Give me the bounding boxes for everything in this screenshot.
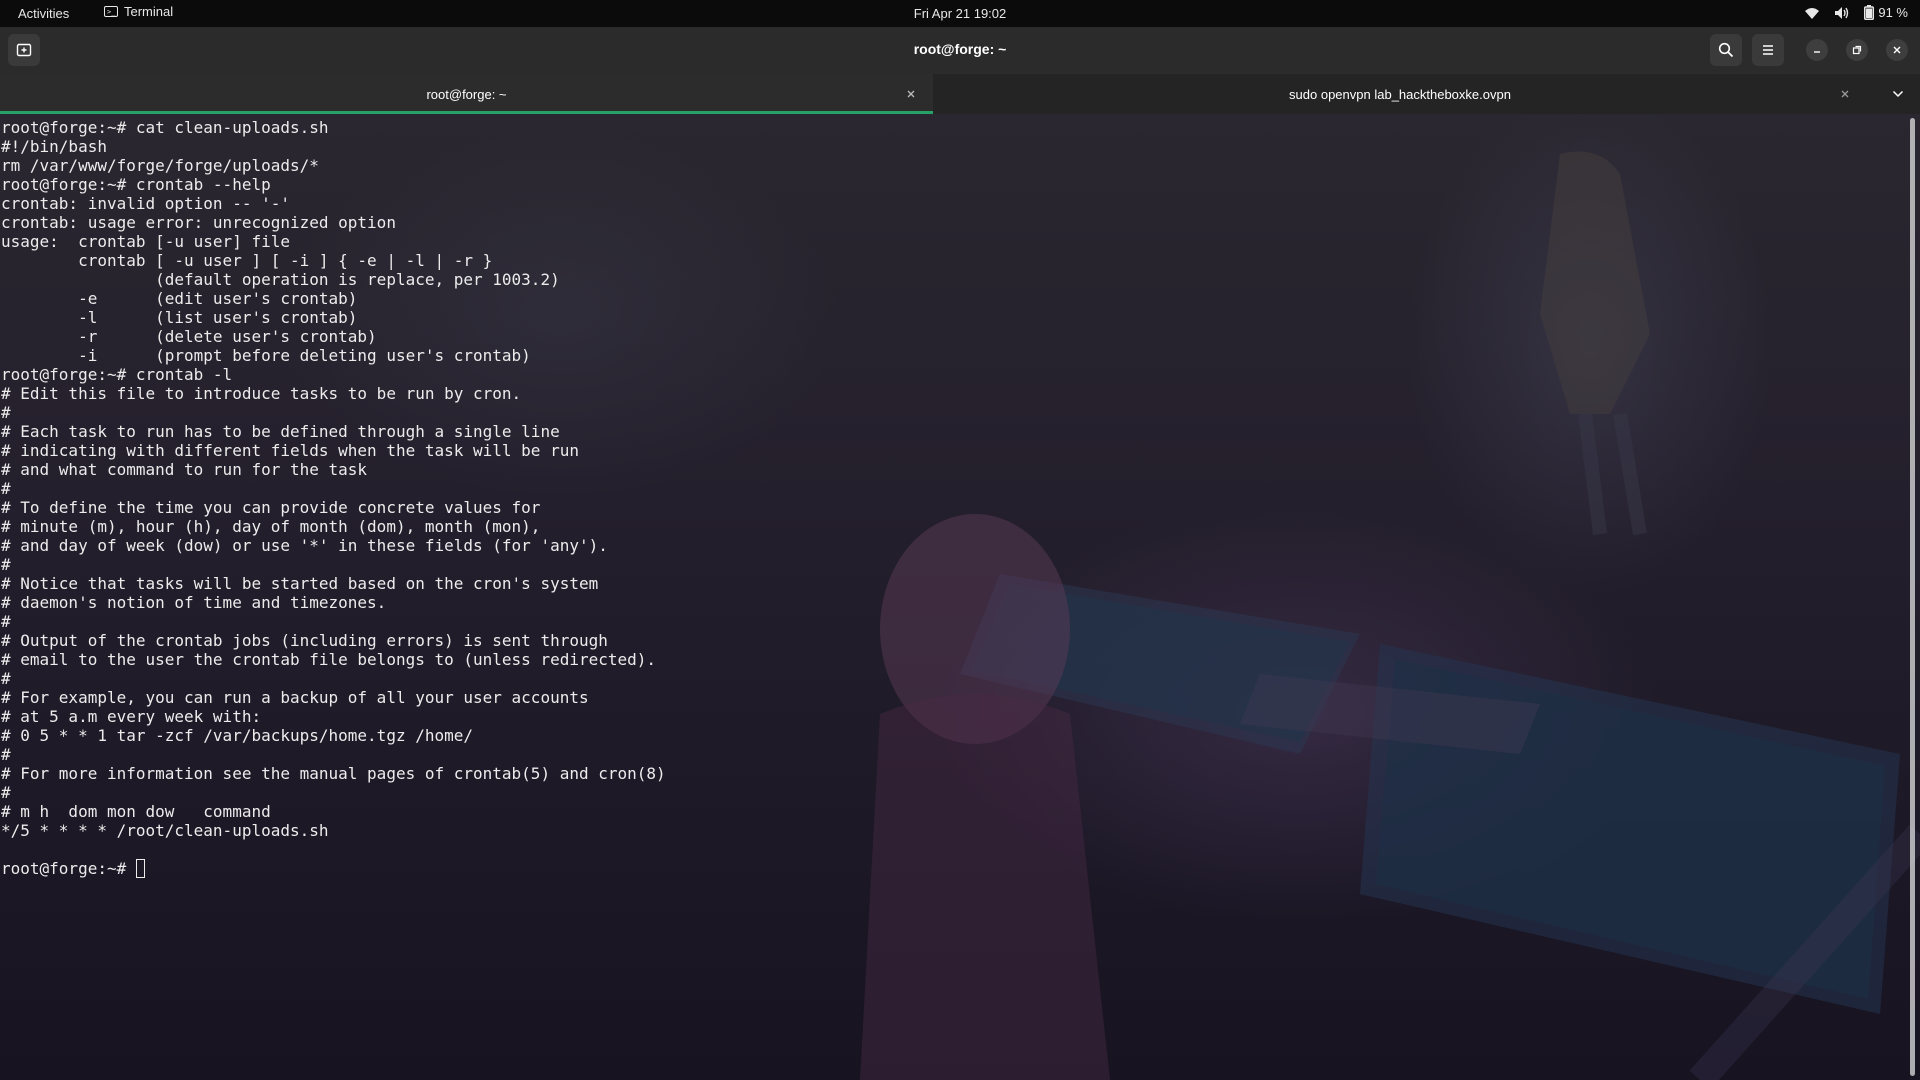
terminal-line: # email to the user the crontab file bel… bbox=[1, 650, 657, 669]
terminal-line: */5 * * * * /root/clean-uploads.sh bbox=[1, 821, 329, 840]
minimize-icon bbox=[1814, 51, 1820, 53]
terminal-line: # bbox=[1, 612, 11, 631]
tab-bar: root@forge: ~ sudo openvpn lab_hackthebo… bbox=[0, 74, 1920, 114]
main-menu-button[interactable] bbox=[1752, 34, 1784, 66]
app-menu-terminal[interactable]: >_ Terminal bbox=[104, 4, 173, 19]
chevron-down-icon bbox=[1892, 90, 1904, 98]
terminal-line: -e (edit user's crontab) bbox=[1, 289, 358, 308]
terminal-line: # and day of week (dow) or use '*' in th… bbox=[1, 536, 608, 555]
terminal-line: -i (prompt before deleting user's cronta… bbox=[1, 346, 531, 365]
terminal-line: usage: crontab [-u user] file bbox=[1, 232, 290, 251]
window-title: root@forge: ~ bbox=[913, 41, 1007, 57]
system-tray[interactable]: 91 % bbox=[1804, 5, 1908, 20]
prompt-text: root@forge:~# bbox=[1, 859, 136, 878]
close-button[interactable] bbox=[1886, 39, 1908, 61]
terminal-line: rm /var/www/forge/forge/uploads/* bbox=[1, 156, 319, 175]
terminal-line: # bbox=[1, 783, 11, 802]
terminal-line: # bbox=[1, 555, 11, 574]
minimize-button[interactable] bbox=[1806, 39, 1828, 61]
close-icon bbox=[907, 90, 915, 98]
clock-datetime[interactable]: Fri Apr 21 19:02 bbox=[914, 6, 1007, 21]
new-tab-icon bbox=[16, 43, 32, 57]
terminal-line: # bbox=[1, 479, 11, 498]
terminal-window: root@forge: ~ root@forge: ~ sudo openvpn… bbox=[0, 27, 1920, 1080]
tab-close-button[interactable] bbox=[1835, 84, 1855, 104]
terminal-line: (default operation is replace, per 1003.… bbox=[1, 270, 560, 289]
battery-indicator: 91 % bbox=[1864, 5, 1908, 20]
activities-button[interactable]: Activities bbox=[18, 6, 69, 21]
window-headerbar[interactable]: root@forge: ~ bbox=[0, 27, 1920, 75]
clock-container: Fri Apr 21 19:02 bbox=[0, 6, 1920, 21]
terminal-icon: >_ bbox=[104, 6, 118, 17]
terminal-line: # Each task to run has to be defined thr… bbox=[1, 422, 560, 441]
desktop-screen: Activities >_ Terminal Fri Apr 21 19:02 bbox=[0, 0, 1920, 1080]
terminal-line: root@forge:~# cat clean-uploads.sh bbox=[1, 118, 329, 137]
app-name-label: Terminal bbox=[124, 4, 174, 19]
terminal-output: root@forge:~# cat clean-uploads.sh #!/bin… bbox=[1, 118, 666, 878]
terminal-scrollbar[interactable] bbox=[1910, 118, 1915, 1076]
terminal-line: # 0 5 * * 1 tar -zcf /var/backups/home.t… bbox=[1, 726, 474, 745]
terminal-lines: root@forge:~# cat clean-uploads.sh #!/bin… bbox=[1, 118, 666, 859]
terminal-line: # at 5 a.m every week with: bbox=[1, 707, 262, 726]
terminal-line: # For more information see the manual pa… bbox=[1, 764, 666, 783]
terminal-line: # Output of the crontab jobs (including … bbox=[1, 631, 608, 650]
battery-percent: 91 % bbox=[1878, 5, 1908, 20]
close-icon bbox=[1893, 46, 1901, 54]
terminal-line: # bbox=[1, 403, 11, 422]
battery-icon bbox=[1864, 5, 1875, 20]
tab-openvpn[interactable]: sudo openvpn lab_hacktheboxke.ovpn bbox=[933, 74, 1867, 114]
maximize-button[interactable] bbox=[1846, 39, 1868, 61]
terminal-line: crontab: usage error: unrecognized optio… bbox=[1, 213, 396, 232]
tab-overview-dropdown[interactable] bbox=[1886, 84, 1910, 104]
terminal-line: # and what command to run for the task bbox=[1, 460, 368, 479]
terminal-line: # For example, you can run a backup of a… bbox=[1, 688, 589, 707]
terminal-prompt-line: root@forge:~# bbox=[1, 859, 666, 878]
search-button[interactable] bbox=[1710, 34, 1742, 66]
terminal-line: # bbox=[1, 669, 11, 688]
terminal-line: # daemon's notion of time and timezones. bbox=[1, 593, 387, 612]
tab-label: root@forge: ~ bbox=[426, 87, 507, 102]
terminal-line: root@forge:~# crontab --help bbox=[1, 175, 271, 194]
gnome-top-bar: Activities >_ Terminal Fri Apr 21 19:02 bbox=[0, 0, 1920, 27]
maximize-icon bbox=[1852, 45, 1862, 55]
tab-label: sudo openvpn lab_hacktheboxke.ovpn bbox=[1289, 87, 1511, 102]
terminal-line: # m h dom mon dow command bbox=[1, 802, 271, 821]
volume-icon bbox=[1835, 6, 1849, 19]
terminal-line: root@forge:~# crontab -l bbox=[1, 365, 233, 384]
terminal-line: crontab: invalid option -- '-' bbox=[1, 194, 290, 213]
terminal-line: # minute (m), hour (h), day of month (do… bbox=[1, 517, 541, 536]
terminal-line: #!/bin/bash bbox=[1, 137, 107, 156]
tab-root-forge[interactable]: root@forge: ~ bbox=[0, 74, 933, 114]
terminal-line: -r (delete user's crontab) bbox=[1, 327, 377, 346]
search-icon bbox=[1718, 42, 1734, 58]
terminal-line: -l (list user's crontab) bbox=[1, 308, 358, 327]
hamburger-menu-icon bbox=[1763, 45, 1773, 55]
terminal-line: # Notice that tasks will be started base… bbox=[1, 574, 599, 593]
terminal-line: # Edit this file to introduce tasks to b… bbox=[1, 384, 522, 403]
new-tab-button[interactable] bbox=[8, 34, 40, 66]
terminal-cursor bbox=[135, 859, 145, 878]
wifi-icon bbox=[1805, 7, 1820, 19]
terminal-line: # To define the time you can provide con… bbox=[1, 498, 541, 517]
terminal-view[interactable]: root@forge:~# cat clean-uploads.sh #!/bin… bbox=[0, 114, 1920, 1080]
terminal-line: # bbox=[1, 745, 11, 764]
tab-close-button[interactable] bbox=[901, 84, 921, 104]
close-icon bbox=[1841, 90, 1849, 98]
terminal-line: crontab [ -u user ] [ -i ] { -e | -l | -… bbox=[1, 251, 493, 270]
terminal-line: # indicating with different fields when … bbox=[1, 441, 579, 460]
